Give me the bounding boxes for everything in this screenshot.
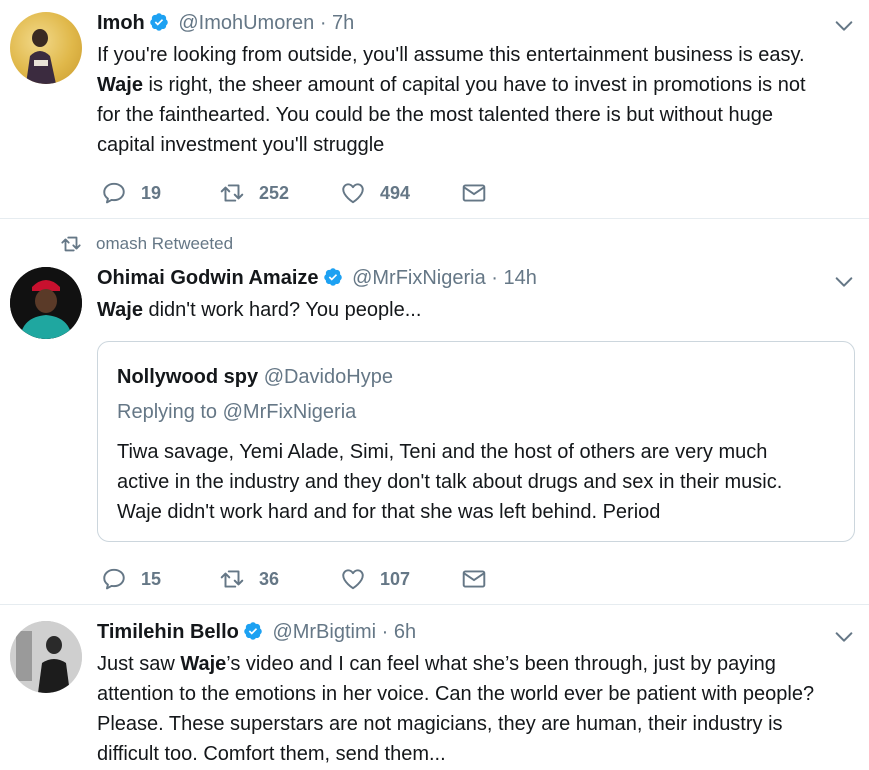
timestamp[interactable]: 14h	[504, 267, 537, 289]
text-line: Waje didn't work hard and for that she w…	[117, 501, 661, 523]
hashtag-term: Waje	[180, 653, 227, 675]
direct-message-button[interactable]	[461, 565, 487, 593]
text-fragment: didn't work hard? You people...	[142, 299, 422, 321]
text-fragment: is right, the sheer amount of capital yo…	[142, 74, 806, 96]
tweet-text: Just saw Waje’s video and I can feel wha…	[97, 649, 849, 769]
hashtag-term: Waje	[97, 299, 143, 321]
reply-button[interactable]: 15	[101, 565, 161, 593]
text-line: Please. These superstars are not magicia…	[97, 713, 783, 735]
avatar[interactable]	[10, 12, 82, 84]
reply-button[interactable]: 19	[101, 179, 161, 207]
separator-dot: ·	[491, 267, 498, 289]
author-handle[interactable]: @MrFixNigeria	[352, 267, 486, 289]
like-count: 107	[380, 568, 411, 589]
tweet-header: Timilehin Bello @MrBigtimi · 6h	[97, 619, 849, 645]
reply-count: 19	[141, 182, 162, 203]
text-fragment: Just saw	[97, 653, 181, 675]
chevron-down-icon[interactable]	[833, 626, 855, 648]
retweet-count: 252	[259, 182, 290, 203]
separator-dot: ·	[381, 621, 389, 643]
text-line: capital investment you'll struggle	[97, 134, 385, 156]
text-line: If you're looking from outside, you'll a…	[97, 44, 805, 66]
tweet-text: If you're looking from outside, you'll a…	[97, 40, 849, 160]
reply-icon	[103, 182, 125, 204]
author-handle[interactable]: @MrBigtimi	[272, 621, 376, 643]
retweet-icon	[220, 570, 244, 588]
verified-badge-icon	[244, 622, 262, 640]
avatar[interactable]	[10, 267, 82, 339]
verified-badge-icon	[323, 268, 342, 286]
verified-badge-icon	[150, 13, 168, 31]
text-line: Tiwa savage, Yemi Alade, Simi, Teni and …	[117, 441, 768, 463]
tweet-1[interactable]: Imoh @ImohUmoren · 7h If you're looking …	[0, 0, 869, 219]
author-handle[interactable]: @ImohUmoren	[178, 12, 314, 34]
tweet-header: Imoh @ImohUmoren · 7h	[97, 10, 849, 36]
direct-message-button[interactable]	[461, 179, 487, 207]
quote-author-name: Nollywood spy	[117, 366, 259, 388]
quote-author-handle: @DavidoHype	[263, 366, 393, 388]
like-button[interactable]: 494	[340, 179, 410, 207]
heart-icon	[342, 569, 364, 590]
tweet-header: Ohimai Godwin Amaize @MrFixNigeria · 14h	[97, 265, 849, 291]
text-line: difficult too. Comfort them, send them..…	[97, 743, 446, 765]
text-line: for the fainthearted. You could be the m…	[97, 104, 774, 126]
separator-dot: ·	[319, 12, 327, 34]
timestamp[interactable]: 6h	[394, 621, 416, 643]
text-line: active in the industry and they don't ta…	[117, 471, 783, 493]
reply-count: 15	[141, 568, 162, 589]
tweet-text: Waje didn't work hard? You people...	[97, 295, 849, 325]
chevron-down-icon[interactable]	[833, 15, 855, 37]
retweet-count: 36	[259, 568, 280, 589]
like-button[interactable]: 107	[340, 565, 410, 593]
retweet-button[interactable]: 252	[219, 179, 289, 207]
heart-icon	[342, 183, 364, 204]
chevron-down-icon[interactable]	[833, 271, 855, 293]
like-count: 494	[380, 182, 411, 203]
mail-icon	[462, 570, 486, 588]
retweet-icon	[220, 184, 244, 202]
text-fragment: ’s video and I can feel what she’s been …	[226, 653, 776, 675]
mail-icon	[462, 184, 486, 202]
text-line: attention to the emotions in her voice. …	[97, 683, 815, 705]
replying-to: Replying to @MrFixNigeria	[117, 401, 357, 423]
retweet-context: omash Retweeted	[60, 233, 233, 255]
author-name[interactable]: Timilehin Bello	[97, 621, 239, 643]
quoted-tweet[interactable]: Nollywood spy @DavidoHype Replying to @M…	[97, 341, 855, 542]
author-name[interactable]: Imoh	[97, 12, 145, 34]
retweeted-by[interactable]: omash Retweeted	[96, 234, 233, 254]
quote-header: Nollywood spy @DavidoHype	[117, 364, 838, 390]
tweet-2[interactable]: omash Retweeted Ohimai Godwin Amaize @Mr…	[0, 219, 869, 605]
timestamp[interactable]: 7h	[332, 12, 354, 34]
retweet-button[interactable]: 36	[219, 565, 279, 593]
author-name[interactable]: Ohimai Godwin Amaize	[97, 267, 319, 289]
retweet-icon	[61, 236, 81, 252]
quote-text: Tiwa savage, Yemi Alade, Simi, Teni and …	[117, 437, 838, 527]
reply-icon	[103, 568, 125, 590]
text-line: Waje is right, the sheer amount of capit…	[97, 70, 849, 100]
avatar[interactable]	[10, 621, 82, 693]
text-line: Just saw Waje’s video and I can feel wha…	[97, 649, 849, 679]
hashtag-term: Waje	[97, 74, 143, 96]
tweet-3[interactable]: Timilehin Bello @MrBigtimi · 6h Just saw…	[0, 605, 869, 770]
